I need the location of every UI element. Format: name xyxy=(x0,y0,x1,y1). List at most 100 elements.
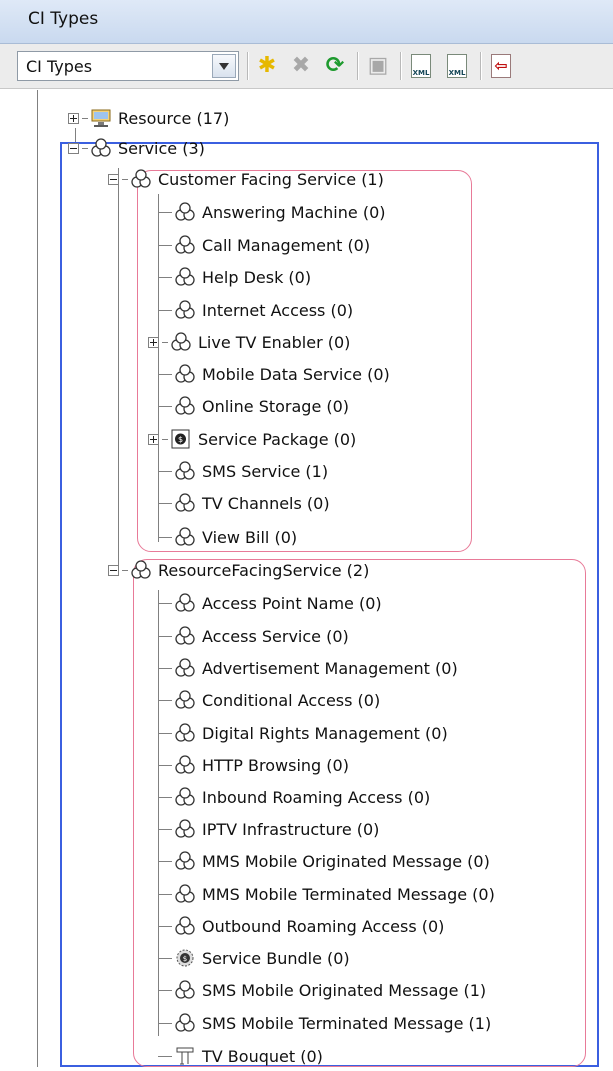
tree-node[interactable]: MMS Mobile Terminated Message (0) xyxy=(158,879,495,909)
collapse-icon[interactable] xyxy=(108,564,119,576)
chevron-down-icon[interactable] xyxy=(212,54,236,78)
tree-node-label: SMS Service (1) xyxy=(202,461,329,481)
tree-connector xyxy=(158,893,172,895)
tree-connector xyxy=(122,569,128,571)
tree-node-label: View Bill (0) xyxy=(202,527,298,547)
service-package-icon: $ xyxy=(170,428,192,450)
tree-node[interactable]: Resource (17) xyxy=(68,103,229,133)
tree-node[interactable]: Call Management (0) xyxy=(158,230,370,260)
tree-node-label: MMS Mobile Terminated Message (0) xyxy=(202,884,495,904)
tree-node[interactable]: MMS Mobile Originated Message (0) xyxy=(158,846,490,876)
tree-node-label: Live TV Enabler (0) xyxy=(198,332,351,352)
new-button[interactable]: ✱ xyxy=(254,53,280,79)
tree-node[interactable]: SMS Mobile Terminated Message (1) xyxy=(158,1008,491,1038)
service-icon xyxy=(174,492,196,514)
tree-node-label: Access Service (0) xyxy=(202,626,349,646)
tree-node[interactable]: Online Storage (0) xyxy=(158,391,349,421)
service-icon xyxy=(174,625,196,647)
refresh-icon: ⟳ xyxy=(325,53,345,78)
tree-node-label: SMS Mobile Terminated Message (1) xyxy=(202,1013,492,1033)
service-icon xyxy=(174,915,196,937)
tree-connector xyxy=(158,732,172,734)
export-xml-button[interactable]: XML xyxy=(408,53,434,79)
tree-node[interactable]: SMS Service (1) xyxy=(158,456,328,486)
expand-icon[interactable] xyxy=(148,433,159,445)
collapse-icon[interactable] xyxy=(68,142,79,154)
service-bundle-icon: $ xyxy=(174,947,196,969)
tree-node-label: Service Bundle (0) xyxy=(202,948,350,968)
service-icon xyxy=(170,331,192,353)
save-icon: ▣ xyxy=(367,53,389,78)
expand-icon[interactable] xyxy=(148,336,159,348)
tree-node[interactable]: Customer Facing Service (1) xyxy=(108,164,384,194)
tree-connector xyxy=(158,470,172,472)
tree-connector xyxy=(158,405,172,407)
service-icon xyxy=(174,526,196,548)
ci-types-selector[interactable]: CI Types xyxy=(17,51,239,81)
service-icon xyxy=(174,657,196,679)
tree-node[interactable]: Service (3) xyxy=(68,133,205,163)
tree-node[interactable]: Live TV Enabler (0) xyxy=(148,327,350,357)
save-button[interactable]: ▣ xyxy=(365,53,391,79)
tree-node-label: Advertisement Management (0) xyxy=(202,658,458,678)
svg-text:$: $ xyxy=(183,955,187,963)
tree-node[interactable]: Inbound Roaming Access (0) xyxy=(158,782,430,812)
tree-node[interactable]: Access Service (0) xyxy=(158,621,349,651)
tree-connector xyxy=(158,309,172,311)
tree-node[interactable]: View Bill (0) xyxy=(158,522,297,552)
tree-node[interactable]: TV Channels (0) xyxy=(158,488,330,518)
tree-connector xyxy=(158,635,172,637)
toolbar-separator xyxy=(400,52,402,80)
tree-node[interactable]: Internet Access (0) xyxy=(158,295,353,325)
tree-node-label: Online Storage (0) xyxy=(202,396,350,416)
tree-node-label: Call Management (0) xyxy=(202,235,371,255)
tree-connector xyxy=(158,796,172,798)
ci-type-tree: Resource (17) Service (3) Customer Facing … xyxy=(0,90,613,1067)
tree-node[interactable]: $ Service Bundle (0) xyxy=(158,943,350,973)
tree-node[interactable]: Mobile Data Service (0) xyxy=(158,359,390,389)
tree-node[interactable]: Answering Machine (0) xyxy=(158,197,385,227)
export-pdf-button[interactable]: ⇦ xyxy=(488,53,514,79)
panel-title: CI Types xyxy=(28,9,99,29)
tree-node[interactable]: IPTV Infrastructure (0) xyxy=(158,814,379,844)
refresh-button[interactable]: ⟳ xyxy=(322,53,348,79)
tree-node[interactable]: Access Point Name (0) xyxy=(158,588,382,618)
service-icon xyxy=(174,883,196,905)
service-icon xyxy=(174,850,196,872)
tree-node[interactable]: SMS Mobile Originated Message (1) xyxy=(158,975,486,1005)
service-icon xyxy=(174,201,196,223)
tree-node[interactable]: HTTP Browsing (0) xyxy=(158,750,349,780)
service-icon xyxy=(174,592,196,614)
tree-node[interactable]: Digital Rights Management (0) xyxy=(158,718,448,748)
export-pdf-icon: ⇦ xyxy=(491,54,511,78)
import-xml-icon: XML xyxy=(447,54,467,78)
collapse-icon[interactable] xyxy=(108,173,119,185)
export-xml-icon: XML xyxy=(411,54,431,78)
tree-connector xyxy=(162,438,168,440)
tree-connector xyxy=(158,373,172,375)
service-icon xyxy=(130,559,152,581)
tree-connector xyxy=(158,989,172,991)
new-icon: ✱ xyxy=(257,53,277,78)
expand-icon[interactable] xyxy=(68,112,79,124)
tree-node-label: Service (3) xyxy=(118,138,205,158)
tree-node-label: Mobile Data Service (0) xyxy=(202,364,390,384)
tree-node[interactable]: $ Service Package (0) xyxy=(148,424,356,454)
tree-connector xyxy=(158,667,172,669)
tree-node[interactable]: Conditional Access (0) xyxy=(158,685,380,715)
tree-node-label: HTTP Browsing (0) xyxy=(202,755,349,775)
tree-node[interactable]: Advertisement Management (0) xyxy=(158,653,458,683)
tree-node[interactable]: Outbound Roaming Access (0) xyxy=(158,911,444,941)
tree-connector xyxy=(158,957,172,959)
tree-node-label: Access Point Name (0) xyxy=(202,593,382,613)
tree-node[interactable]: Help Desk (0) xyxy=(158,262,311,292)
service-icon xyxy=(174,234,196,256)
tree-connector xyxy=(158,1022,172,1024)
tree-node-label: Customer Facing Service (1) xyxy=(158,169,384,189)
import-xml-button[interactable]: XML xyxy=(444,53,470,79)
service-icon xyxy=(174,266,196,288)
delete-button[interactable]: ✖ xyxy=(288,53,314,79)
service-icon xyxy=(174,722,196,744)
service-icon xyxy=(174,363,196,385)
tree-node[interactable]: ResourceFacingService (2) xyxy=(108,555,369,585)
